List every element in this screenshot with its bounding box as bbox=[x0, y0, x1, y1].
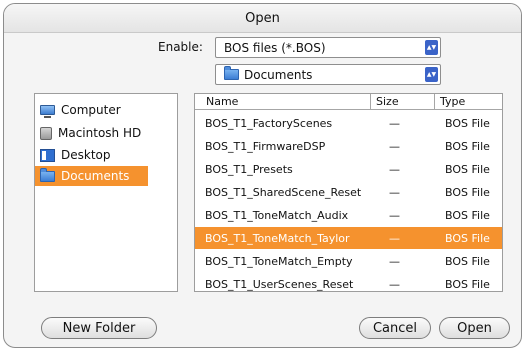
dialog-titlebar: Open bbox=[4, 4, 521, 33]
location-value: Documents bbox=[244, 67, 313, 82]
file-row[interactable]: BOS_T1_FactoryScenes — BOS File bbox=[195, 112, 502, 134]
sidebar-item-computer[interactable]: Computer bbox=[35, 100, 148, 120]
sidebar-item-label: Documents bbox=[61, 169, 130, 183]
column-header-size[interactable]: Size bbox=[370, 94, 434, 110]
enable-filter-value: BOS files (*.BOS) bbox=[224, 40, 326, 55]
column-header-name[interactable]: Name bbox=[195, 94, 370, 110]
sidebar: Computer Macintosh HD Desktop Documents bbox=[34, 93, 178, 292]
folder-icon bbox=[40, 167, 55, 182]
sidebar-item-documents[interactable]: Documents bbox=[35, 166, 148, 186]
column-header-type[interactable]: Type bbox=[434, 94, 502, 110]
computer-icon bbox=[40, 105, 55, 118]
file-row-selected[interactable]: BOS_T1_ToneMatch_Taylor — BOS File bbox=[195, 227, 502, 249]
file-row[interactable]: BOS_T1_FirmwareDSP — BOS File bbox=[195, 135, 502, 157]
sidebar-item-label: Desktop bbox=[61, 148, 111, 162]
location-popup[interactable]: Documents ▲▼ bbox=[215, 64, 441, 85]
file-row[interactable]: BOS_T1_ToneMatch_Audix — BOS File bbox=[195, 204, 502, 226]
sidebar-item-label: Macintosh HD bbox=[58, 126, 142, 140]
popup-arrows-icon: ▲▼ bbox=[425, 40, 438, 55]
new-folder-button[interactable]: New Folder bbox=[41, 317, 157, 339]
file-row[interactable]: BOS_T1_ToneMatch_Empty — BOS File bbox=[195, 250, 502, 272]
open-button[interactable]: Open bbox=[439, 317, 510, 339]
file-row[interactable]: BOS_T1_Presets — BOS File bbox=[195, 158, 502, 180]
dialog-title: Open bbox=[245, 10, 280, 26]
enable-filter-popup[interactable]: BOS files (*.BOS) ▲▼ bbox=[215, 37, 441, 58]
cancel-button[interactable]: Cancel bbox=[359, 317, 431, 339]
open-dialog: Open Enable: BOS files (*.BOS) ▲▼ Docume… bbox=[3, 3, 522, 348]
popup-arrows-icon: ▲▼ bbox=[425, 67, 438, 82]
file-row[interactable]: BOS_T1_UserScenes_Reset — BOS File bbox=[195, 273, 502, 295]
sidebar-item-label: Computer bbox=[61, 103, 121, 117]
file-list: Name Size Type BOS_T1_FactoryScenes — BO… bbox=[194, 93, 503, 292]
folder-icon bbox=[224, 66, 239, 80]
sidebar-item-macintosh-hd[interactable]: Macintosh HD bbox=[35, 123, 148, 143]
file-row[interactable]: BOS_T1_SharedScene_Reset — BOS File bbox=[195, 181, 502, 203]
enable-label: Enable: bbox=[158, 40, 203, 54]
hard-drive-icon bbox=[40, 126, 52, 140]
desktop-icon bbox=[40, 148, 55, 162]
sidebar-item-desktop[interactable]: Desktop bbox=[35, 145, 148, 165]
